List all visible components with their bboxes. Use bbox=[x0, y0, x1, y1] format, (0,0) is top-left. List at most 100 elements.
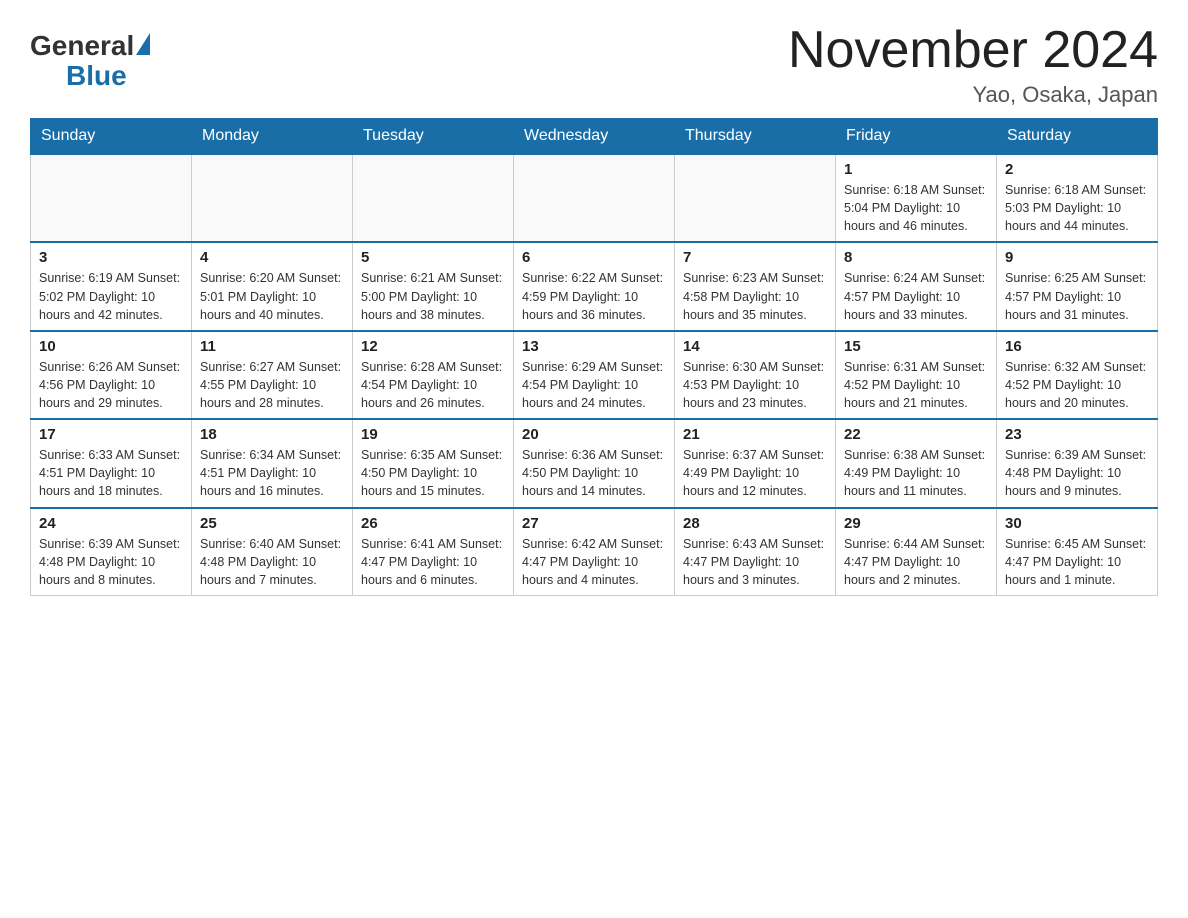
day-info: Sunrise: 6:40 AM Sunset: 4:48 PM Dayligh… bbox=[200, 535, 344, 589]
day-info: Sunrise: 6:25 AM Sunset: 4:57 PM Dayligh… bbox=[1005, 269, 1149, 323]
calendar-day-cell: 13 Sunrise: 6:29 AM Sunset: 4:54 PM Dayli… bbox=[514, 331, 675, 419]
calendar-day-cell: 25 Sunrise: 6:40 AM Sunset: 4:48 PM Dayli… bbox=[192, 508, 353, 596]
calendar-day-cell: 10 Sunrise: 6:26 AM Sunset: 4:56 PM Dayli… bbox=[31, 331, 192, 419]
day-number: 22 bbox=[844, 426, 988, 443]
day-number: 2 bbox=[1005, 161, 1149, 178]
calendar-week-row: 1Sunrise: 6:18 AM Sunset: 5:04 PM Daylig… bbox=[31, 154, 1158, 242]
calendar-week-row: 24Sunrise: 6:39 AM Sunset: 4:48 PM Dayli… bbox=[31, 508, 1158, 596]
day-number: 7 bbox=[683, 249, 827, 266]
calendar-day-cell: 21 Sunrise: 6:37 AM Sunset: 4:49 PM Dayli… bbox=[675, 419, 836, 507]
calendar-week-row: 3 Sunrise: 6:19 AM Sunset: 5:02 PM Daylig… bbox=[31, 242, 1158, 330]
calendar-week-row: 10 Sunrise: 6:26 AM Sunset: 4:56 PM Dayli… bbox=[31, 331, 1158, 419]
page-header: General Blue November 2024 Yao, Osaka, J… bbox=[30, 20, 1158, 108]
calendar-day-cell: 2Sunrise: 6:18 AM Sunset: 5:03 PM Daylig… bbox=[997, 154, 1158, 242]
month-title: November 2024 bbox=[788, 20, 1158, 80]
day-info: Sunrise: 6:41 AM Sunset: 4:47 PM Dayligh… bbox=[361, 535, 505, 589]
calendar-day-cell: 26Sunrise: 6:41 AM Sunset: 4:47 PM Dayli… bbox=[353, 508, 514, 596]
calendar-day-cell: 11 Sunrise: 6:27 AM Sunset: 4:55 PM Dayli… bbox=[192, 331, 353, 419]
day-number: 14 bbox=[683, 338, 827, 355]
calendar-day-cell: 27 Sunrise: 6:42 AM Sunset: 4:47 PM Dayli… bbox=[514, 508, 675, 596]
day-info: Sunrise: 6:19 AM Sunset: 5:02 PM Dayligh… bbox=[39, 269, 183, 323]
day-info: Sunrise: 6:20 AM Sunset: 5:01 PM Dayligh… bbox=[200, 269, 344, 323]
day-info: Sunrise: 6:23 AM Sunset: 4:58 PM Dayligh… bbox=[683, 269, 827, 323]
calendar-day-cell: 16Sunrise: 6:32 AM Sunset: 4:52 PM Dayli… bbox=[997, 331, 1158, 419]
day-number: 10 bbox=[39, 338, 183, 355]
calendar-day-cell bbox=[192, 154, 353, 242]
calendar-day-cell: 1Sunrise: 6:18 AM Sunset: 5:04 PM Daylig… bbox=[836, 154, 997, 242]
day-number: 21 bbox=[683, 426, 827, 443]
logo-triangle-icon bbox=[136, 33, 150, 55]
calendar-day-cell: 19Sunrise: 6:35 AM Sunset: 4:50 PM Dayli… bbox=[353, 419, 514, 507]
day-number: 16 bbox=[1005, 338, 1149, 355]
day-info: Sunrise: 6:30 AM Sunset: 4:53 PM Dayligh… bbox=[683, 358, 827, 412]
day-number: 5 bbox=[361, 249, 505, 266]
day-of-week-header: Thursday bbox=[675, 119, 836, 155]
day-number: 29 bbox=[844, 515, 988, 532]
calendar-day-cell: 6 Sunrise: 6:22 AM Sunset: 4:59 PM Daylig… bbox=[514, 242, 675, 330]
day-info: Sunrise: 6:22 AM Sunset: 4:59 PM Dayligh… bbox=[522, 269, 666, 323]
day-info: Sunrise: 6:29 AM Sunset: 4:54 PM Dayligh… bbox=[522, 358, 666, 412]
calendar-day-cell: 4 Sunrise: 6:20 AM Sunset: 5:01 PM Daylig… bbox=[192, 242, 353, 330]
day-info: Sunrise: 6:27 AM Sunset: 4:55 PM Dayligh… bbox=[200, 358, 344, 412]
calendar-week-row: 17 Sunrise: 6:33 AM Sunset: 4:51 PM Dayli… bbox=[31, 419, 1158, 507]
day-number: 18 bbox=[200, 426, 344, 443]
calendar-day-cell: 9 Sunrise: 6:25 AM Sunset: 4:57 PM Daylig… bbox=[997, 242, 1158, 330]
calendar-day-cell: 15 Sunrise: 6:31 AM Sunset: 4:52 PM Dayli… bbox=[836, 331, 997, 419]
day-number: 27 bbox=[522, 515, 666, 532]
day-number: 11 bbox=[200, 338, 344, 355]
calendar-day-cell bbox=[675, 154, 836, 242]
day-number: 1 bbox=[844, 161, 988, 178]
day-info: Sunrise: 6:26 AM Sunset: 4:56 PM Dayligh… bbox=[39, 358, 183, 412]
day-of-week-header: Wednesday bbox=[514, 119, 675, 155]
calendar-day-cell: 24Sunrise: 6:39 AM Sunset: 4:48 PM Dayli… bbox=[31, 508, 192, 596]
calendar-day-cell: 23Sunrise: 6:39 AM Sunset: 4:48 PM Dayli… bbox=[997, 419, 1158, 507]
calendar-day-cell: 28Sunrise: 6:43 AM Sunset: 4:47 PM Dayli… bbox=[675, 508, 836, 596]
day-info: Sunrise: 6:28 AM Sunset: 4:54 PM Dayligh… bbox=[361, 358, 505, 412]
day-info: Sunrise: 6:39 AM Sunset: 4:48 PM Dayligh… bbox=[39, 535, 183, 589]
day-number: 15 bbox=[844, 338, 988, 355]
day-number: 23 bbox=[1005, 426, 1149, 443]
day-number: 6 bbox=[522, 249, 666, 266]
day-of-week-header: Saturday bbox=[997, 119, 1158, 155]
day-number: 25 bbox=[200, 515, 344, 532]
calendar-day-cell: 7 Sunrise: 6:23 AM Sunset: 4:58 PM Daylig… bbox=[675, 242, 836, 330]
day-number: 13 bbox=[522, 338, 666, 355]
day-info: Sunrise: 6:21 AM Sunset: 5:00 PM Dayligh… bbox=[361, 269, 505, 323]
logo-blue-text: Blue bbox=[66, 60, 127, 92]
day-info: Sunrise: 6:36 AM Sunset: 4:50 PM Dayligh… bbox=[522, 446, 666, 500]
day-info: Sunrise: 6:45 AM Sunset: 4:47 PM Dayligh… bbox=[1005, 535, 1149, 589]
calendar-day-cell: 30 Sunrise: 6:45 AM Sunset: 4:47 PM Dayli… bbox=[997, 508, 1158, 596]
calendar-day-cell: 12Sunrise: 6:28 AM Sunset: 4:54 PM Dayli… bbox=[353, 331, 514, 419]
day-number: 4 bbox=[200, 249, 344, 266]
day-info: Sunrise: 6:33 AM Sunset: 4:51 PM Dayligh… bbox=[39, 446, 183, 500]
day-of-week-header: Tuesday bbox=[353, 119, 514, 155]
day-info: Sunrise: 6:24 AM Sunset: 4:57 PM Dayligh… bbox=[844, 269, 988, 323]
calendar-day-cell bbox=[514, 154, 675, 242]
calendar-day-cell: 14 Sunrise: 6:30 AM Sunset: 4:53 PM Dayli… bbox=[675, 331, 836, 419]
day-of-week-header: Monday bbox=[192, 119, 353, 155]
logo-general-text: General bbox=[30, 30, 134, 62]
day-info: Sunrise: 6:35 AM Sunset: 4:50 PM Dayligh… bbox=[361, 446, 505, 500]
day-number: 3 bbox=[39, 249, 183, 266]
day-number: 30 bbox=[1005, 515, 1149, 532]
calendar-table: SundayMondayTuesdayWednesdayThursdayFrid… bbox=[30, 118, 1158, 596]
calendar-day-cell: 3 Sunrise: 6:19 AM Sunset: 5:02 PM Daylig… bbox=[31, 242, 192, 330]
location-text: Yao, Osaka, Japan bbox=[788, 82, 1158, 108]
day-info: Sunrise: 6:43 AM Sunset: 4:47 PM Dayligh… bbox=[683, 535, 827, 589]
title-block: November 2024 Yao, Osaka, Japan bbox=[788, 20, 1158, 108]
day-info: Sunrise: 6:42 AM Sunset: 4:47 PM Dayligh… bbox=[522, 535, 666, 589]
day-info: Sunrise: 6:34 AM Sunset: 4:51 PM Dayligh… bbox=[200, 446, 344, 500]
day-of-week-header: Friday bbox=[836, 119, 997, 155]
day-number: 17 bbox=[39, 426, 183, 443]
calendar-day-cell: 5 Sunrise: 6:21 AM Sunset: 5:00 PM Daylig… bbox=[353, 242, 514, 330]
day-of-week-header: Sunday bbox=[31, 119, 192, 155]
calendar-day-cell: 22Sunrise: 6:38 AM Sunset: 4:49 PM Dayli… bbox=[836, 419, 997, 507]
calendar-day-cell bbox=[353, 154, 514, 242]
day-number: 9 bbox=[1005, 249, 1149, 266]
calendar-day-cell: 18 Sunrise: 6:34 AM Sunset: 4:51 PM Dayli… bbox=[192, 419, 353, 507]
logo: General Blue bbox=[30, 30, 150, 92]
calendar-day-cell: 29Sunrise: 6:44 AM Sunset: 4:47 PM Dayli… bbox=[836, 508, 997, 596]
day-info: Sunrise: 6:37 AM Sunset: 4:49 PM Dayligh… bbox=[683, 446, 827, 500]
calendar-day-cell: 20Sunrise: 6:36 AM Sunset: 4:50 PM Dayli… bbox=[514, 419, 675, 507]
day-info: Sunrise: 6:31 AM Sunset: 4:52 PM Dayligh… bbox=[844, 358, 988, 412]
